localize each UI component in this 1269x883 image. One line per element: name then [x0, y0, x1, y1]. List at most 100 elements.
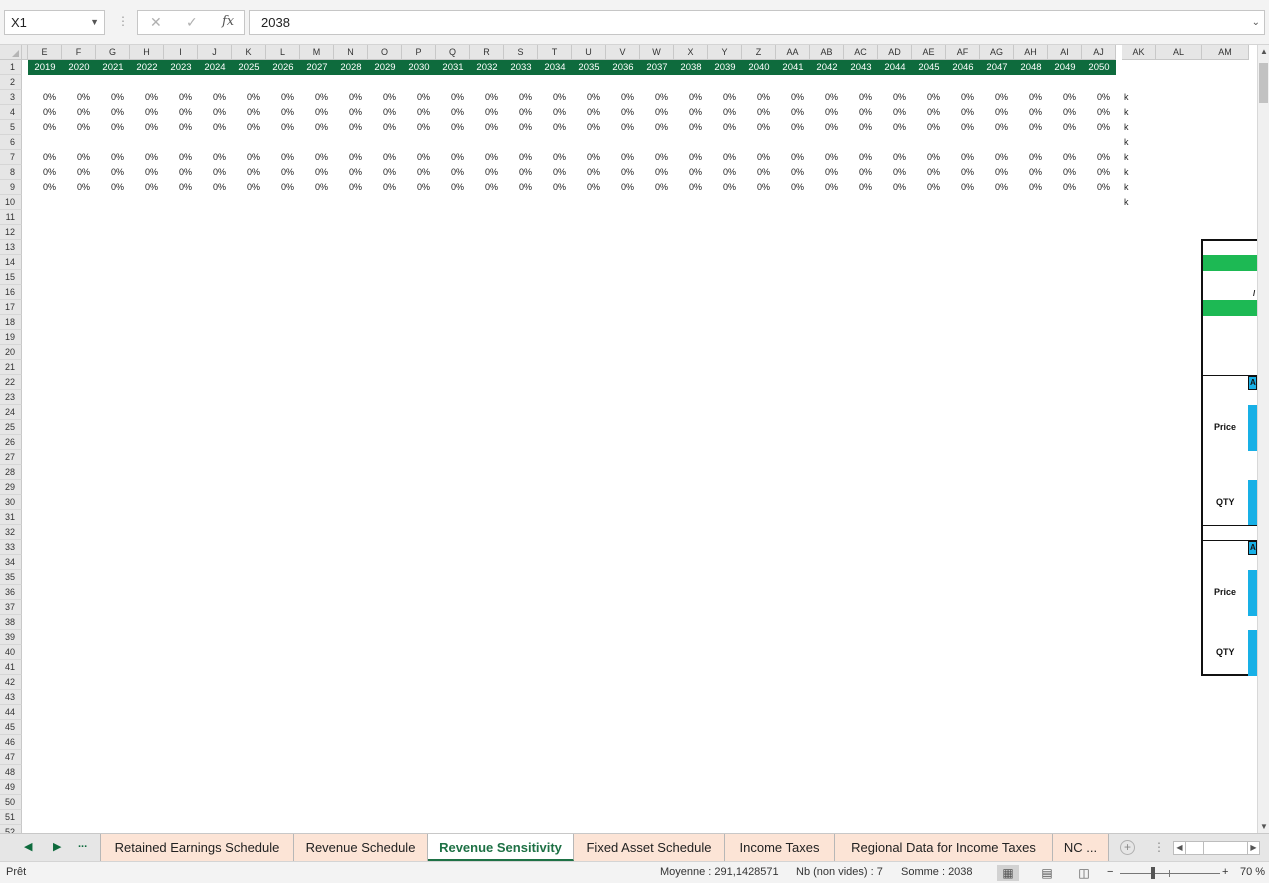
percent-cell[interactable]: 0%: [232, 180, 266, 195]
zoom-slider-thumb[interactable]: [1151, 867, 1155, 879]
year-header-cell[interactable]: 2027: [300, 60, 334, 75]
normal-view-icon[interactable]: ▦: [997, 865, 1019, 881]
percent-cell[interactable]: 0%: [300, 150, 334, 165]
percent-cell[interactable]: 0%: [606, 90, 640, 105]
percent-cell[interactable]: 0%: [470, 105, 504, 120]
row-header-38[interactable]: 38: [0, 615, 22, 630]
percent-cell[interactable]: 0%: [640, 165, 674, 180]
percent-cell[interactable]: 0%: [164, 180, 198, 195]
column-header-x[interactable]: X: [674, 45, 708, 60]
cancel-icon[interactable]: ✕: [150, 14, 162, 31]
percent-cell[interactable]: 0%: [266, 90, 300, 105]
year-header-cell[interactable]: 2034: [538, 60, 572, 75]
percent-cell[interactable]: 0%: [402, 150, 436, 165]
row-header-26[interactable]: 26: [0, 435, 22, 450]
row-header-12[interactable]: 12: [0, 225, 22, 240]
row-header-19[interactable]: 19: [0, 330, 22, 345]
column-header-e[interactable]: E: [28, 45, 62, 60]
percent-cell[interactable]: 0%: [912, 90, 946, 105]
percent-cell[interactable]: 0%: [980, 120, 1014, 135]
percent-cell[interactable]: 0%: [130, 120, 164, 135]
percent-cell[interactable]: 0%: [232, 105, 266, 120]
percent-cell[interactable]: 0%: [912, 165, 946, 180]
percent-cell[interactable]: 0%: [300, 165, 334, 180]
row-header-5[interactable]: 5: [0, 120, 22, 135]
column-header-l[interactable]: L: [266, 45, 300, 60]
percent-cell[interactable]: 0%: [742, 165, 776, 180]
column-header-p[interactable]: P: [402, 45, 436, 60]
percent-cell[interactable]: 0%: [810, 180, 844, 195]
column-header-g[interactable]: G: [96, 45, 130, 60]
percent-cell[interactable]: 0%: [674, 180, 708, 195]
vertical-dots-icon[interactable]: ⋮: [1153, 840, 1165, 854]
year-header-cell[interactable]: 2038: [674, 60, 708, 75]
percent-cell[interactable]: 0%: [538, 90, 572, 105]
percent-cell[interactable]: 0%: [504, 90, 538, 105]
worksheet-grid[interactable]: E F G H I J K L M N O P Q R S T U V W X Y Z AA AB AC AD AE AF AG AH AI…: [0, 45, 1257, 833]
percent-cell[interactable]: 0%: [436, 90, 470, 105]
percent-cell[interactable]: 0%: [810, 150, 844, 165]
column-header-s[interactable]: S: [504, 45, 538, 60]
percent-cell[interactable]: 0%: [28, 180, 62, 195]
percent-cell[interactable]: 0%: [470, 150, 504, 165]
percent-cell[interactable]: 0%: [1048, 150, 1082, 165]
row-header-21[interactable]: 21: [0, 360, 22, 375]
column-header-aa[interactable]: AA: [776, 45, 810, 60]
year-header-cell[interactable]: 2026: [266, 60, 300, 75]
year-header-cell[interactable]: 2024: [198, 60, 232, 75]
row-header-10[interactable]: 10: [0, 195, 22, 210]
select-all-corner[interactable]: [0, 45, 22, 60]
percent-cell[interactable]: 0%: [674, 105, 708, 120]
row-header-16[interactable]: 16: [0, 285, 22, 300]
year-header-cell[interactable]: 2033: [504, 60, 538, 75]
percent-cell[interactable]: 0%: [130, 105, 164, 120]
percent-cell[interactable]: 0%: [1048, 105, 1082, 120]
row-header-39[interactable]: 39: [0, 630, 22, 645]
percent-cell[interactable]: 0%: [844, 165, 878, 180]
percent-cell[interactable]: 0%: [980, 105, 1014, 120]
row-header-13[interactable]: 13: [0, 240, 22, 255]
percent-cell[interactable]: 0%: [878, 90, 912, 105]
percent-cell[interactable]: 0%: [640, 120, 674, 135]
percent-cell[interactable]: 0%: [334, 120, 368, 135]
year-header-cell[interactable]: 2037: [640, 60, 674, 75]
tab-regional-data-for-income-taxes[interactable]: Regional Data for Income Taxes: [835, 834, 1053, 861]
percent-cell[interactable]: 0%: [572, 90, 606, 105]
row-header-1[interactable]: 1: [0, 60, 22, 75]
k-cell[interactable]: k: [1124, 105, 1129, 120]
percent-cell[interactable]: 0%: [1082, 120, 1116, 135]
row-header-6[interactable]: 6: [0, 135, 22, 150]
next-sheet-icon[interactable]: ▶: [53, 840, 61, 853]
percent-cell[interactable]: 0%: [742, 150, 776, 165]
row-header-33[interactable]: 33: [0, 540, 22, 555]
zoom-level[interactable]: 70 %: [1240, 866, 1265, 878]
percent-cell[interactable]: 0%: [300, 105, 334, 120]
row-header-36[interactable]: 36: [0, 585, 22, 600]
row-header-7[interactable]: 7: [0, 150, 22, 165]
k-cell[interactable]: k: [1124, 150, 1129, 165]
column-header-w[interactable]: W: [640, 45, 674, 60]
row-header-18[interactable]: 18: [0, 315, 22, 330]
percent-cell[interactable]: 0%: [62, 180, 96, 195]
percent-cell[interactable]: 0%: [674, 165, 708, 180]
row-header-37[interactable]: 37: [0, 600, 22, 615]
percent-cell[interactable]: 0%: [368, 120, 402, 135]
row-header-43[interactable]: 43: [0, 690, 22, 705]
percent-cell[interactable]: 0%: [300, 180, 334, 195]
percent-cell[interactable]: 0%: [912, 150, 946, 165]
percent-cell[interactable]: 0%: [1048, 165, 1082, 180]
percent-cell[interactable]: 0%: [368, 90, 402, 105]
year-header-cell[interactable]: 2023: [164, 60, 198, 75]
percent-cell[interactable]: 0%: [368, 105, 402, 120]
percent-cell[interactable]: 0%: [742, 90, 776, 105]
column-header-j[interactable]: J: [198, 45, 232, 60]
percent-cell[interactable]: 0%: [946, 165, 980, 180]
percent-cell[interactable]: 0%: [96, 165, 130, 180]
year-header-cell[interactable]: 2021: [96, 60, 130, 75]
column-header-ae[interactable]: AE: [912, 45, 946, 60]
percent-cell[interactable]: 0%: [674, 120, 708, 135]
year-header-cell[interactable]: 2048: [1014, 60, 1048, 75]
column-header-aj[interactable]: AJ: [1082, 45, 1116, 60]
percent-cell[interactable]: 0%: [266, 120, 300, 135]
percent-cell[interactable]: 0%: [266, 180, 300, 195]
